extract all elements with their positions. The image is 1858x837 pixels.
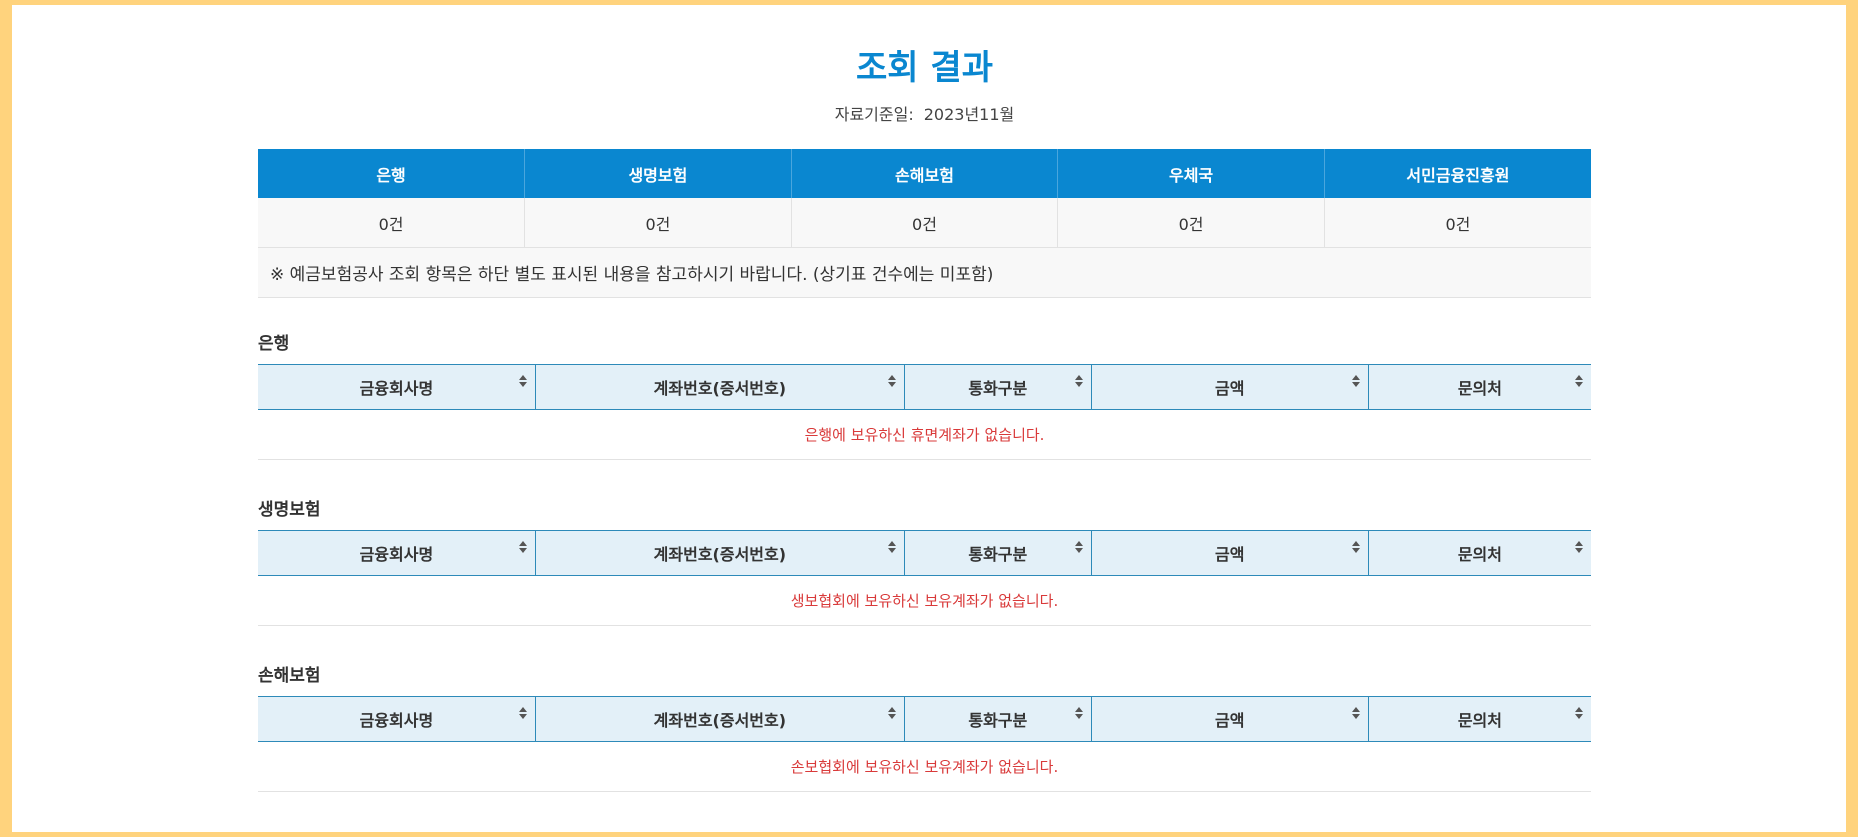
col-label: 문의처	[1457, 545, 1502, 564]
sort-arrows-icon[interactable]	[1351, 375, 1360, 389]
nonlife-insurance-table: 금융회사명 계좌번호(증서번호) 통화구분 금액 문의처 손보협회에 보유하신 …	[258, 696, 1591, 792]
col-header-company[interactable]: 금융회사명	[258, 696, 536, 742]
col-header-account[interactable]: 계좌번호(증서번호)	[535, 530, 905, 576]
sort-arrows-icon[interactable]	[1074, 375, 1083, 389]
summary-count-nonlife: 0건	[791, 198, 1059, 248]
col-label: 통화구분	[968, 711, 1028, 730]
page-title: 조회 결과	[856, 48, 993, 88]
table-row: 손보협회에 보유하신 보유계좌가 없습니다.	[258, 741, 1591, 792]
col-header-currency[interactable]: 통화구분	[904, 530, 1092, 576]
col-header-amount[interactable]: 금액	[1091, 696, 1369, 742]
col-label: 금융회사명	[359, 379, 434, 398]
table-row: 은행에 보유하신 휴면계좌가 없습니다.	[258, 409, 1591, 460]
summary-header-bank: 은행	[258, 149, 526, 198]
bank-table: 금융회사명 계좌번호(증서번호) 통화구분 금액 문의처 은행에 보유하신 휴면…	[258, 364, 1591, 460]
col-label: 금융회사명	[359, 711, 434, 730]
sort-arrows-icon[interactable]	[518, 541, 527, 555]
summary-header-nonlife: 손해보험	[791, 149, 1059, 198]
sort-arrows-icon[interactable]	[1074, 541, 1083, 555]
col-label: 금액	[1214, 711, 1245, 730]
sort-arrows-icon[interactable]	[1074, 707, 1083, 721]
sort-arrows-icon[interactable]	[518, 375, 527, 389]
summary-table: 은행 생명보험 손해보험 우체국 서민금융진흥원 0건 0건 0건 0건 0건 …	[258, 149, 1591, 298]
table-header-row: 금융회사명 계좌번호(증서번호) 통화구분 금액 문의처	[258, 696, 1591, 742]
col-header-contact[interactable]: 문의처	[1368, 364, 1591, 410]
table-row: 생보협회에 보유하신 보유계좌가 없습니다.	[258, 575, 1591, 626]
col-label: 계좌번호(증서번호)	[653, 545, 787, 564]
sort-arrows-icon[interactable]	[1575, 375, 1583, 389]
col-header-amount[interactable]: 금액	[1091, 364, 1369, 410]
col-label: 계좌번호(증서번호)	[653, 379, 787, 398]
section-title-nonlife: 손해보험	[258, 666, 321, 686]
sort-arrows-icon[interactable]	[1351, 707, 1360, 721]
col-label: 문의처	[1457, 379, 1502, 398]
summary-count-bank: 0건	[258, 198, 526, 248]
sort-arrows-icon[interactable]	[1575, 707, 1583, 721]
section-title-bank: 은행	[258, 334, 290, 354]
col-header-contact[interactable]: 문의처	[1368, 696, 1591, 742]
col-label: 금액	[1214, 379, 1245, 398]
summary-header-life: 생명보험	[524, 149, 792, 198]
summary-header-row: 은행 생명보험 손해보험 우체국 서민금융진흥원	[258, 149, 1591, 198]
base-date: 자료기준일: 2023년11월	[258, 103, 1591, 127]
col-header-amount[interactable]: 금액	[1091, 530, 1369, 576]
empty-message: 은행에 보유하신 휴면계좌가 없습니다.	[258, 409, 1591, 460]
col-label: 금융회사명	[359, 545, 434, 564]
col-header-contact[interactable]: 문의처	[1368, 530, 1591, 576]
base-date-label: 자료기준일:	[834, 105, 914, 124]
table-header-row: 금융회사명 계좌번호(증서번호) 통화구분 금액 문의처	[258, 364, 1591, 410]
sort-arrows-icon[interactable]	[518, 707, 527, 721]
col-label: 통화구분	[968, 379, 1028, 398]
summary-header-post: 우체국	[1057, 149, 1325, 198]
life-insurance-table: 금융회사명 계좌번호(증서번호) 통화구분 금액 문의처 생보협회에 보유하신 …	[258, 530, 1591, 626]
section-title-life: 생명보험	[258, 500, 321, 520]
col-header-account[interactable]: 계좌번호(증서번호)	[535, 696, 905, 742]
sort-arrows-icon[interactable]	[1351, 541, 1360, 555]
summary-count-life: 0건	[524, 198, 792, 248]
col-label: 계좌번호(증서번호)	[653, 711, 787, 730]
summary-count-kinfa: 0건	[1324, 198, 1591, 248]
col-header-currency[interactable]: 통화구분	[904, 364, 1092, 410]
content-area: 조회 결과 자료기준일: 2023년11월 은행 생명보험 손해보험 우체국 서민…	[258, 5, 1591, 792]
empty-message: 손보협회에 보유하신 보유계좌가 없습니다.	[258, 741, 1591, 792]
base-date-value: 2023년11월	[923, 105, 1015, 124]
col-header-account[interactable]: 계좌번호(증서번호)	[535, 364, 905, 410]
col-label: 금액	[1214, 545, 1245, 564]
summary-count-row: 0건 0건 0건 0건 0건	[258, 198, 1591, 248]
summary-count-post: 0건	[1057, 198, 1325, 248]
page-frame: 조회 결과 자료기준일: 2023년11월 은행 생명보험 손해보험 우체국 서민…	[12, 5, 1846, 832]
col-label: 통화구분	[968, 545, 1028, 564]
empty-message: 생보협회에 보유하신 보유계좌가 없습니다.	[258, 575, 1591, 626]
sort-arrows-icon[interactable]	[887, 541, 896, 555]
sort-arrows-icon[interactable]	[887, 375, 896, 389]
summary-header-kinfa: 서민금융진흥원	[1324, 149, 1591, 198]
summary-note-row: ※ 예금보험공사 조회 항목은 하단 별도 표시된 내용을 참고하시기 바랍니다…	[258, 247, 1591, 298]
sort-arrows-icon[interactable]	[1575, 541, 1583, 555]
col-header-company[interactable]: 금융회사명	[258, 530, 536, 576]
col-header-company[interactable]: 금융회사명	[258, 364, 536, 410]
summary-note: ※ 예금보험공사 조회 항목은 하단 별도 표시된 내용을 참고하시기 바랍니다…	[258, 247, 1591, 298]
table-header-row: 금융회사명 계좌번호(증서번호) 통화구분 금액 문의처	[258, 530, 1591, 576]
sort-arrows-icon[interactable]	[887, 707, 896, 721]
col-header-currency[interactable]: 통화구분	[904, 696, 1092, 742]
col-label: 문의처	[1457, 711, 1502, 730]
